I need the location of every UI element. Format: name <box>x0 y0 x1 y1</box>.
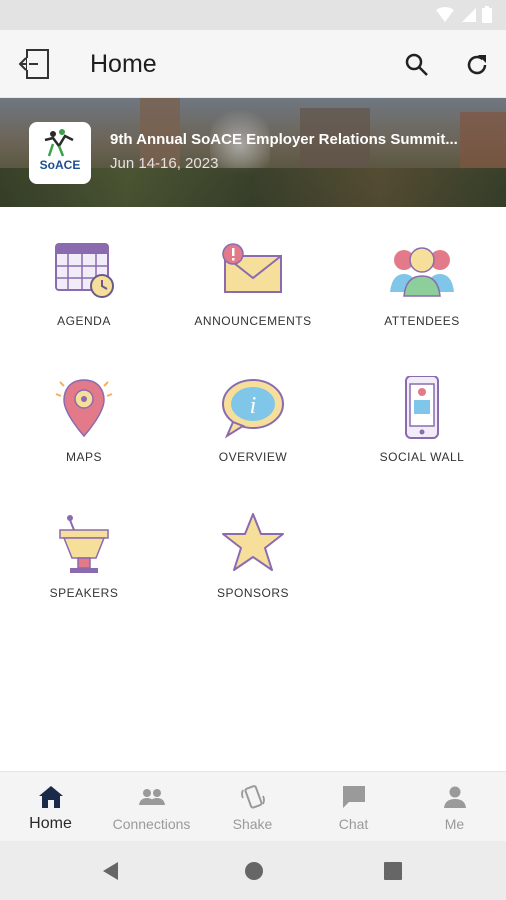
app-bar: Home <box>0 30 506 98</box>
recents-square-icon[interactable] <box>382 860 404 882</box>
map-pin-icon <box>55 379 113 438</box>
chat-icon <box>343 786 365 808</box>
nav-label: Chat <box>338 816 369 832</box>
tile-label: SPEAKERS <box>49 586 119 600</box>
tile-agenda[interactable]: AGENDA <box>0 240 168 360</box>
cell-signal-icon <box>462 7 476 22</box>
info-bubble-icon: i <box>222 379 284 439</box>
nav-label: Connections <box>112 816 191 832</box>
tile-attendees[interactable]: ATTENDEES <box>338 240 506 360</box>
event-date: Jun 14-16, 2023 <box>110 155 219 172</box>
status-bar <box>0 0 506 30</box>
nav-shake[interactable]: Shake <box>202 772 303 842</box>
people-icon <box>139 789 165 805</box>
nav-home[interactable]: Home <box>0 772 101 842</box>
system-nav-bar <box>0 841 506 900</box>
nav-connections[interactable]: Connections <box>101 772 202 842</box>
refresh-icon[interactable] <box>464 52 490 78</box>
event-logo: SoACE <box>29 122 91 184</box>
status-icons <box>436 6 492 23</box>
event-banner[interactable]: SoACE 9th Annual SoACE Employer Relation… <box>0 98 506 207</box>
page-title: Home <box>90 50 157 78</box>
podium-icon <box>59 515 109 573</box>
tile-label: AGENDA <box>57 314 111 328</box>
home-icon <box>39 786 63 808</box>
svg-text:i: i <box>250 393 257 419</box>
person-icon <box>444 786 466 808</box>
tile-label: ANNOUNCEMENTS <box>194 314 312 328</box>
star-icon <box>222 513 284 571</box>
tile-label: MAPS <box>65 450 102 464</box>
tile-sponsors[interactable]: SPONSORS <box>169 512 337 632</box>
people-icon <box>390 247 454 297</box>
calendar-icon <box>55 243 114 298</box>
nav-label: Me <box>444 816 465 832</box>
tile-label: SPONSORS <box>216 586 289 600</box>
event-title: 9th Annual SoACE Employer Relations Summ… <box>110 131 458 148</box>
tile-maps[interactable]: MAPS <box>0 376 168 496</box>
nav-label: Home <box>29 815 72 832</box>
tile-social-wall[interactable]: SOCIAL WALL <box>338 376 506 496</box>
shake-phone-icon <box>241 785 265 809</box>
logo-text: SoACE <box>39 158 81 172</box>
tile-label: ATTENDEES <box>384 314 460 328</box>
tile-label: SOCIAL WALL <box>379 450 465 464</box>
tile-overview[interactable]: i OVERVIEW <box>169 376 337 496</box>
search-icon[interactable] <box>404 52 430 78</box>
nav-chat[interactable]: Chat <box>303 772 404 842</box>
tile-announcements[interactable]: ANNOUNCEMENTS <box>169 240 337 360</box>
logo-figures-icon <box>44 129 74 157</box>
phone-icon <box>405 376 439 439</box>
tile-label: OVERVIEW <box>218 450 288 464</box>
exit-icon[interactable] <box>18 48 52 80</box>
tile-speakers[interactable]: SPEAKERS <box>0 512 168 632</box>
nav-me[interactable]: Me <box>404 772 505 842</box>
home-circle-icon[interactable] <box>243 860 265 882</box>
bottom-nav: Home Connections Shake Chat Me <box>0 771 506 841</box>
nav-label: Shake <box>232 816 273 832</box>
envelope-alert-icon <box>222 243 282 293</box>
wifi-icon <box>436 6 454 22</box>
battery-icon <box>482 6 492 23</box>
back-triangle-icon[interactable] <box>100 860 122 882</box>
